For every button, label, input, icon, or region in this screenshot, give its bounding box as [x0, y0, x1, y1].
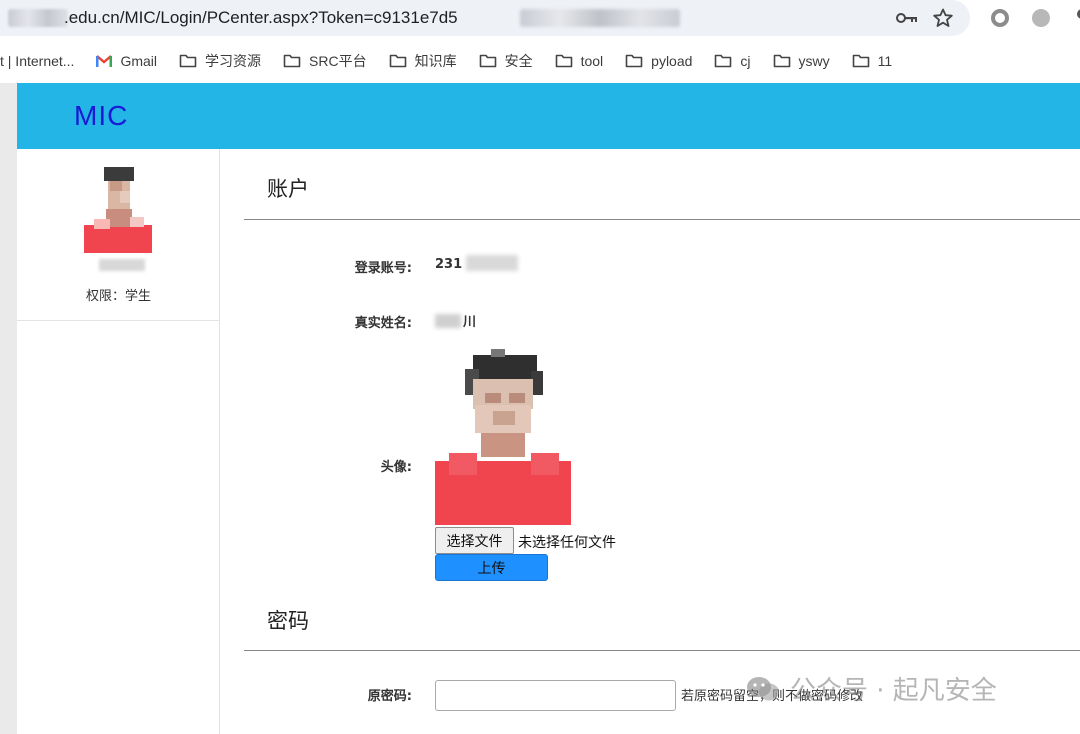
choose-file-button[interactable]: 选择文件 [435, 527, 514, 554]
bookmark-item[interactable]: t | Internet... [0, 53, 74, 69]
site-header: MIC [17, 83, 1080, 149]
old-password-input[interactable] [435, 680, 676, 711]
user-role: 权限：学生 [85, 289, 151, 304]
avatar-label: 头像: [380, 460, 412, 475]
watermark-text: 公众号 · 起凡安全 [790, 676, 997, 706]
login-account-value: 231 [435, 257, 463, 272]
bookmark-label: 知识库 [414, 53, 457, 69]
bookmark-label: SRC平台 [309, 53, 367, 69]
bookmark-gmail[interactable]: Gmail [96, 53, 157, 69]
real-name-label: 真实姓名: [354, 316, 412, 331]
bookmark-label: t | Internet... [0, 53, 75, 69]
bookmark-folder[interactable]: cj [714, 53, 751, 69]
section-divider [244, 219, 1080, 220]
old-password-label: 原密码: [367, 689, 412, 704]
password-section-title: 密码 [267, 609, 309, 633]
password-key-icon[interactable] [895, 6, 919, 30]
bookmark-label: tool [580, 53, 604, 69]
real-name-value: 川 [463, 315, 477, 330]
extension-icon[interactable] [1029, 6, 1053, 30]
bookmark-label: 安全 [504, 53, 533, 69]
name-redaction [435, 313, 461, 328]
bookmark-label: cj [740, 53, 751, 69]
url-text: .edu.cn/MIC/Login/PCenter.aspx?Token=c91… [64, 8, 458, 27]
wechat-icon [747, 676, 779, 700]
bookmarks-bar: t | Internet... Gmail 学习资源 SRC平台 知识库 安全 … [0, 46, 1080, 76]
upload-button[interactable]: 上传 [435, 554, 548, 581]
bookmark-label: 学习资源 [205, 53, 262, 69]
bookmark-folder[interactable]: tool [555, 53, 604, 69]
left-gutter [0, 83, 17, 734]
folder-icon [555, 54, 572, 68]
sidebar-divider [17, 320, 220, 321]
profile-icon[interactable] [1068, 6, 1080, 30]
bookmark-folder[interactable]: 安全 [479, 51, 533, 71]
sidebar: 权限：学生 [17, 149, 220, 734]
bookmark-star-icon[interactable] [931, 6, 955, 30]
login-account-label: 登录账号: [354, 261, 412, 276]
sidebar-avatar [84, 167, 152, 253]
bookmark-folder[interactable]: 学习资源 [179, 51, 261, 71]
folder-icon [479, 54, 496, 68]
extension-ring-icon[interactable] [988, 6, 1012, 30]
folder-icon [283, 54, 301, 68]
bookmark-folder[interactable]: SRC平台 [283, 51, 367, 71]
avatar-photo [435, 349, 571, 525]
browser-chrome: .edu.cn/MIC/Login/PCenter.aspx?Token=c91… [0, 0, 1080, 83]
account-section-title: 账户 [267, 177, 309, 201]
page-content: MIC 权限：学生 账户 登录账号: 231 真实姓名: 川 头像: 选择文件 … [0, 83, 1080, 734]
bookmark-folder[interactable]: yswy [773, 53, 830, 69]
bookmark-label: pyload [651, 53, 693, 69]
bookmark-label: 11 [877, 53, 893, 69]
folder-icon [773, 54, 790, 68]
account-redaction [466, 255, 518, 271]
bookmark-label: Gmail [120, 53, 158, 69]
main-panel: 账户 登录账号: 231 真实姓名: 川 头像: 选择文件 未选择任何文件 上传… [244, 149, 1080, 734]
watermark: 公众号 · 起凡安全 [746, 670, 997, 707]
bookmark-folder[interactable]: 11 [852, 53, 893, 69]
bookmark-label: yswy [798, 53, 830, 69]
bookmark-folder[interactable]: 知识库 [389, 51, 457, 71]
url-redaction [520, 9, 680, 27]
real-name-value-wrap: 川 [435, 311, 476, 330]
url-redaction [8, 9, 68, 27]
user-name-redaction [99, 259, 145, 271]
file-status-text: 未选择任何文件 [518, 535, 616, 551]
folder-icon [715, 54, 732, 68]
folder-icon [389, 54, 406, 68]
folder-icon [179, 54, 197, 68]
address-bar[interactable]: .edu.cn/MIC/Login/PCenter.aspx?Token=c91… [0, 0, 970, 36]
folder-icon [625, 54, 643, 68]
bookmark-folder[interactable]: pyload [625, 53, 692, 69]
folder-icon [852, 54, 869, 68]
brand-logo-text[interactable]: MIC [74, 100, 128, 132]
section-divider [244, 650, 1080, 651]
gmail-icon [96, 55, 113, 67]
